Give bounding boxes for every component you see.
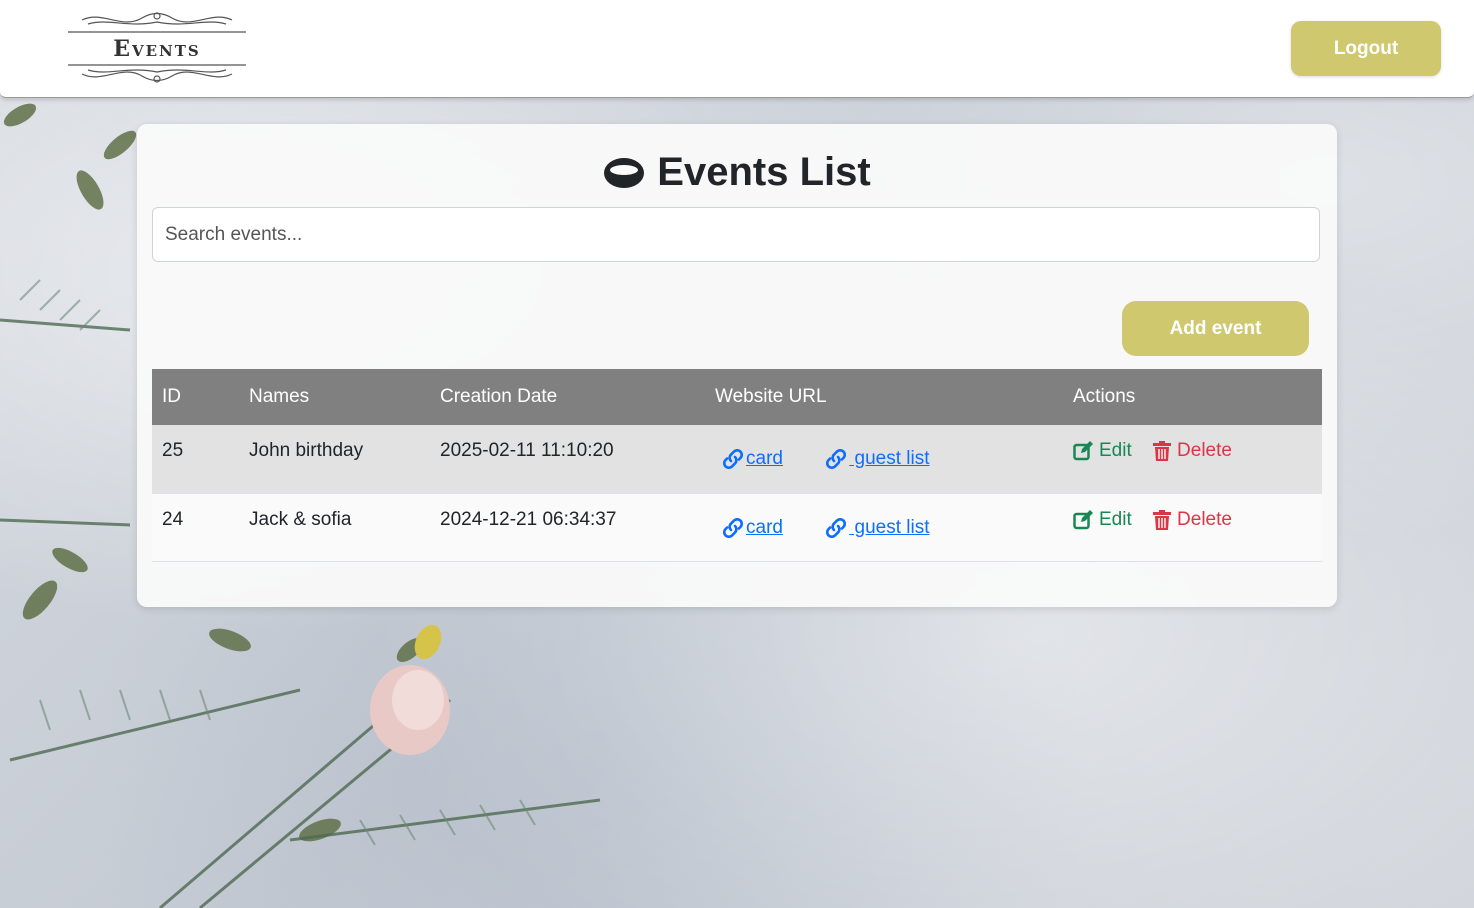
card-link-label: card <box>746 448 783 469</box>
delete-label: Delete <box>1177 440 1232 461</box>
add-event-button[interactable]: Add event <box>1122 301 1309 356</box>
cell-id: 24 <box>152 493 239 562</box>
trash-icon <box>1153 441 1172 461</box>
card-link[interactable]: card <box>721 517 783 539</box>
column-header-names: Names <box>239 369 430 425</box>
column-header-actions: Actions <box>1063 369 1322 425</box>
events-table: ID Names Creation Date Website URL Actio… <box>152 369 1322 562</box>
cell-id: 25 <box>152 425 239 494</box>
column-header-website-url: Website URL <box>705 369 1063 425</box>
page-title-text: Events List <box>657 150 871 194</box>
column-header-id: ID <box>152 369 239 425</box>
trash-icon <box>1153 509 1172 530</box>
card-link-label: card <box>746 516 783 538</box>
top-navbar: Events Logout <box>0 0 1474 98</box>
delete-button[interactable]: Delete <box>1153 440 1232 462</box>
link-icon <box>826 449 847 469</box>
cell-date: 2024-12-21 06:34:37 <box>430 493 705 562</box>
search-input[interactable] <box>152 207 1320 262</box>
events-logo[interactable]: Events <box>68 8 246 88</box>
table-row: 25 John birthday 2025-02-11 11:10:20 car… <box>152 425 1322 494</box>
link-icon <box>722 449 744 469</box>
cell-actions: Edit Delete <box>1063 493 1322 562</box>
guest-list-link-label: guest list <box>849 448 930 469</box>
cell-name: Jack & sofia <box>239 493 430 562</box>
cell-website-url: card guest list <box>705 425 1063 494</box>
table-row: 24 Jack & sofia 2024-12-21 06:34:37 card <box>152 493 1322 562</box>
cell-name: John birthday <box>239 425 430 494</box>
link-icon <box>826 517 847 538</box>
column-header-creation-date: Creation Date <box>430 369 705 425</box>
link-icon <box>722 517 744 538</box>
logo-text: Events <box>113 36 201 62</box>
cell-website-url: card guest list <box>705 493 1063 562</box>
edit-icon <box>1073 509 1093 529</box>
delete-label: Delete <box>1177 508 1232 530</box>
cell-date: 2025-02-11 11:10:20 <box>430 425 705 494</box>
logout-button[interactable]: Logout <box>1291 21 1441 76</box>
card-link[interactable]: card <box>721 448 783 470</box>
edit-button[interactable]: Edit <box>1073 509 1132 531</box>
cell-actions: Edit Delete <box>1063 425 1322 494</box>
edit-label: Edit <box>1099 440 1132 461</box>
ring-icon <box>604 157 645 188</box>
table-header-row: ID Names Creation Date Website URL Actio… <box>152 369 1322 425</box>
page-title: Events List <box>0 150 1474 195</box>
delete-button[interactable]: Delete <box>1153 509 1232 531</box>
guest-list-link[interactable]: guest list <box>824 448 930 470</box>
guest-list-link[interactable]: guest list <box>824 516 930 539</box>
guest-list-link-label: guest list <box>849 516 930 538</box>
edit-icon <box>1073 441 1093 461</box>
edit-button[interactable]: Edit <box>1073 440 1132 462</box>
edit-label: Edit <box>1099 508 1132 530</box>
